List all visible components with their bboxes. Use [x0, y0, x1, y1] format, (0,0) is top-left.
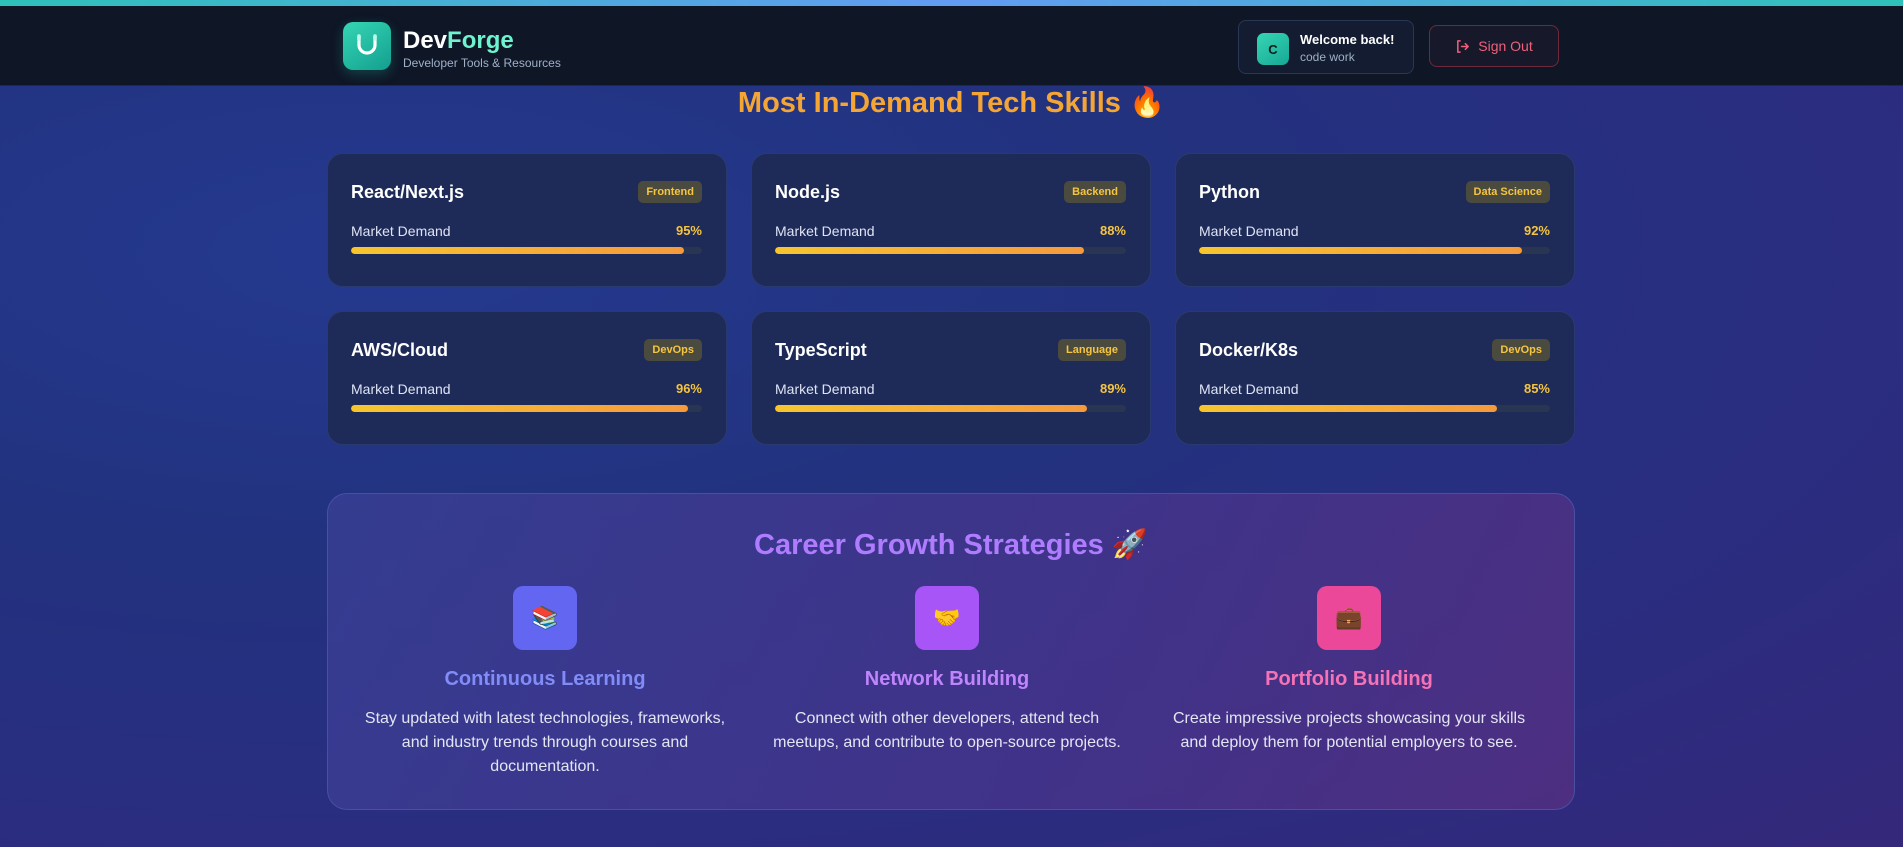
skill-card: React/Next.js Frontend Market Demand 95% — [327, 153, 727, 287]
books-icon: 📚 — [513, 586, 577, 650]
skill-name: React/Next.js — [351, 182, 465, 202]
skill-category-badge: Data Science — [1465, 181, 1550, 203]
skill-card: Python Data Science Market Demand 92% — [1175, 153, 1575, 287]
demand-progress-fill — [351, 405, 688, 412]
demand-progress-track — [775, 405, 1126, 412]
market-demand-percent: 89% — [1099, 381, 1126, 396]
sign-out-button[interactable]: Sign Out — [1429, 25, 1559, 67]
strategy-description: Create impressive projects showcasing yo… — [1172, 710, 1526, 751]
briefcase-icon: 💼 — [1317, 586, 1381, 650]
market-demand-label: Market Demand — [1199, 381, 1299, 397]
demand-progress-fill — [775, 405, 1088, 412]
market-demand-percent: 85% — [1523, 381, 1550, 396]
market-demand-percent: 95% — [675, 223, 702, 238]
skill-card: Docker/K8s DevOps Market Demand 85% — [1175, 311, 1575, 445]
sign-out-label: Sign Out — [1478, 38, 1533, 54]
brand-name: DevForge — [403, 28, 561, 54]
demand-progress-fill — [1199, 405, 1498, 412]
skill-card: Node.js Backend Market Demand 88% — [751, 153, 1151, 287]
skill-category-badge: Backend — [1064, 181, 1126, 203]
skill-category-badge: DevOps — [1492, 339, 1550, 361]
skill-category-badge: DevOps — [644, 339, 702, 361]
market-demand-label: Market Demand — [351, 381, 451, 397]
skill-name: TypeScript — [775, 340, 867, 360]
skill-name: Docker/K8s — [1199, 340, 1299, 360]
strategy-description: Stay updated with latest technologies, f… — [364, 710, 726, 775]
demand-progress-track — [775, 247, 1126, 254]
skill-name: AWS/Cloud — [351, 340, 448, 360]
skill-name: Node.js — [775, 182, 841, 202]
strategy-card-network: 🤝 Network Building Connect with other de… — [757, 586, 1137, 755]
demand-progress-track — [1199, 405, 1550, 412]
skill-category-badge: Language — [1058, 339, 1126, 361]
demand-progress-fill — [1199, 247, 1522, 254]
strategy-title: Portfolio Building — [1265, 668, 1433, 690]
market-demand-label: Market Demand — [1199, 223, 1299, 239]
demand-progress-fill — [351, 247, 685, 254]
market-demand-percent: 92% — [1523, 223, 1550, 238]
welcome-title: Welcome back! — [1300, 32, 1395, 47]
strategy-title: Continuous Learning — [444, 668, 646, 690]
market-demand-label: Market Demand — [775, 223, 875, 239]
demand-progress-fill — [775, 247, 1084, 254]
career-strategies-panel: Career Growth Strategies 🚀 📚 Continuous … — [327, 493, 1575, 810]
demand-progress-track — [351, 405, 702, 412]
strategy-description: Connect with other developers, attend te… — [773, 710, 1121, 751]
strategy-title: Network Building — [864, 668, 1030, 690]
market-demand-label: Market Demand — [775, 381, 875, 397]
strategy-card-learning: 📚 Continuous Learning Stay updated with … — [355, 586, 735, 779]
demand-progress-track — [351, 247, 702, 254]
skill-card: TypeScript Language Market Demand 89% — [751, 311, 1151, 445]
brand-name-part1: Dev — [403, 27, 448, 54]
career-section-title: Career Growth Strategies 🚀 — [754, 529, 1148, 561]
brand-subtitle: Developer Tools & Resources — [403, 56, 561, 70]
skill-category-badge: Frontend — [638, 181, 702, 203]
skills-section-title: Most In-Demand Tech Skills 🔥 — [737, 87, 1166, 119]
username: code work — [1300, 50, 1355, 64]
market-demand-label: Market Demand — [351, 223, 451, 239]
brand-logo[interactable] — [343, 22, 391, 70]
app-header: DevForge Developer Tools & Resources C W… — [0, 6, 1903, 86]
market-demand-percent: 88% — [1099, 223, 1126, 238]
horseshoe-magnet-icon — [357, 34, 377, 55]
skill-name: Python — [1199, 182, 1260, 202]
strategy-card-portfolio: 💼 Portfolio Building Create impressive p… — [1159, 586, 1539, 755]
user-welcome-card: C Welcome back! code work — [1238, 20, 1414, 74]
market-demand-percent: 96% — [675, 381, 702, 396]
sign-out-icon — [1457, 39, 1470, 53]
avatar: C — [1257, 33, 1289, 65]
brand: DevForge Developer Tools & Resources — [403, 28, 561, 71]
brand-name-part2: Forge — [447, 27, 514, 54]
handshake-icon: 🤝 — [915, 586, 979, 650]
skill-card: AWS/Cloud DevOps Market Demand 96% — [327, 311, 727, 445]
demand-progress-track — [1199, 247, 1550, 254]
